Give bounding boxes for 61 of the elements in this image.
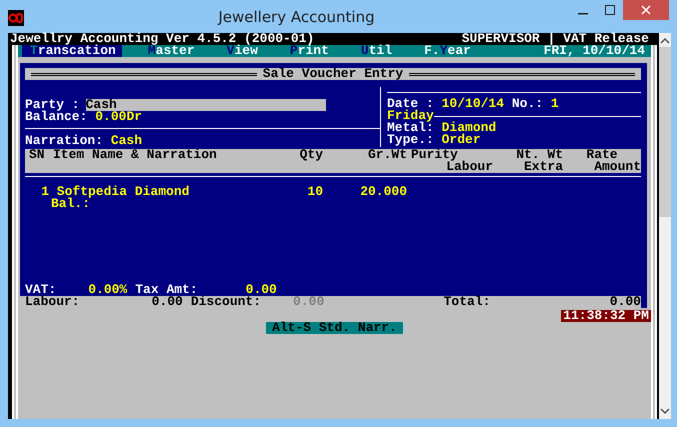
field-label: Narration: bbox=[25, 135, 104, 147]
column-header: Rate bbox=[586, 149, 618, 161]
menu-date: FRI, 10/10/14 bbox=[544, 45, 646, 57]
labour-value: 0.00 bbox=[152, 296, 183, 308]
column-header: Nt. Wt bbox=[516, 149, 563, 161]
field-label: Tax Amt: bbox=[135, 284, 198, 296]
field-label: Date : bbox=[387, 98, 435, 110]
table-cell: Bal.: bbox=[51, 196, 90, 211]
window-title: Jewellery Accounting bbox=[216, 8, 376, 26]
column-header: Amount bbox=[594, 161, 641, 173]
app-icon bbox=[8, 10, 24, 26]
date-value: 10/10/14 bbox=[442, 98, 504, 110]
scroll-up-icon[interactable] bbox=[660, 37, 670, 45]
field-label: Discount: bbox=[190, 296, 262, 308]
discount-value: 0.00 bbox=[293, 296, 324, 308]
clock-display: 11:38:32 PM bbox=[561, 310, 651, 322]
user-mode-label: SUPERVISOR | VAT Release bbox=[462, 33, 649, 45]
app-version-title: Jewellry Accounting Ver 4.5.2 (2000-01) bbox=[10, 33, 314, 45]
menu-item[interactable]: View bbox=[218, 45, 264, 57]
close-button[interactable] bbox=[623, 0, 669, 20]
column-header: Labour bbox=[446, 161, 493, 173]
type-value: Order bbox=[442, 134, 481, 146]
tax-amount-value: 0.00 bbox=[246, 284, 277, 296]
table-cell-text: 10 bbox=[306, 186, 323, 198]
field-label: Type.: bbox=[387, 134, 435, 146]
field-label: Labour: bbox=[25, 296, 80, 308]
total-value: 0.00 bbox=[610, 296, 641, 308]
menu-item[interactable]: Util bbox=[352, 45, 398, 57]
minimize-icon bbox=[578, 13, 588, 15]
voucher-number: 1 bbox=[550, 98, 559, 110]
field-label: Balance: bbox=[25, 111, 88, 123]
column-header: SN bbox=[28, 149, 45, 161]
field-label: Total: bbox=[444, 296, 490, 308]
menu-item[interactable]: Transcation bbox=[22, 45, 122, 57]
column-header: Qty bbox=[300, 149, 323, 161]
column-header: Extra bbox=[524, 161, 563, 173]
menu-item[interactable]: F.Year bbox=[416, 45, 477, 57]
table-cell-text: 1 bbox=[40, 186, 49, 198]
vat-value: 0.00% bbox=[88, 284, 128, 296]
column-header: Purity bbox=[410, 149, 458, 161]
menu-item[interactable]: Master bbox=[140, 45, 201, 57]
table-cell-text: Softpedia Diamond bbox=[56, 186, 190, 198]
shortcut-hint: Alt-S Std. Narr. bbox=[266, 322, 403, 334]
column-header: Item Name & Narration bbox=[52, 149, 217, 161]
column-header: Gr.Wt bbox=[368, 149, 407, 161]
metal-value: Diamond bbox=[442, 122, 496, 134]
weekday-label: Friday bbox=[387, 110, 434, 122]
maximize-icon bbox=[604, 5, 614, 15]
field-label: No.: bbox=[510, 98, 544, 110]
menu-item[interactable]: Print bbox=[282, 45, 335, 57]
scroll-down-icon[interactable] bbox=[660, 407, 670, 415]
balance-value: 0.00Dr bbox=[95, 111, 142, 123]
scroll-thumb[interactable] bbox=[659, 47, 671, 217]
field-label: Metal: bbox=[387, 122, 435, 134]
table-cell-text: 20.000 bbox=[359, 186, 407, 198]
field-label: VAT: bbox=[25, 284, 56, 296]
form-title-bar: Sale Voucher Entry bbox=[25, 68, 641, 80]
party-field[interactable]: Cash bbox=[86, 99, 326, 111]
close-icon bbox=[641, 5, 651, 15]
narration-value: Cash bbox=[110, 135, 142, 147]
field-label: Party : bbox=[25, 99, 80, 111]
